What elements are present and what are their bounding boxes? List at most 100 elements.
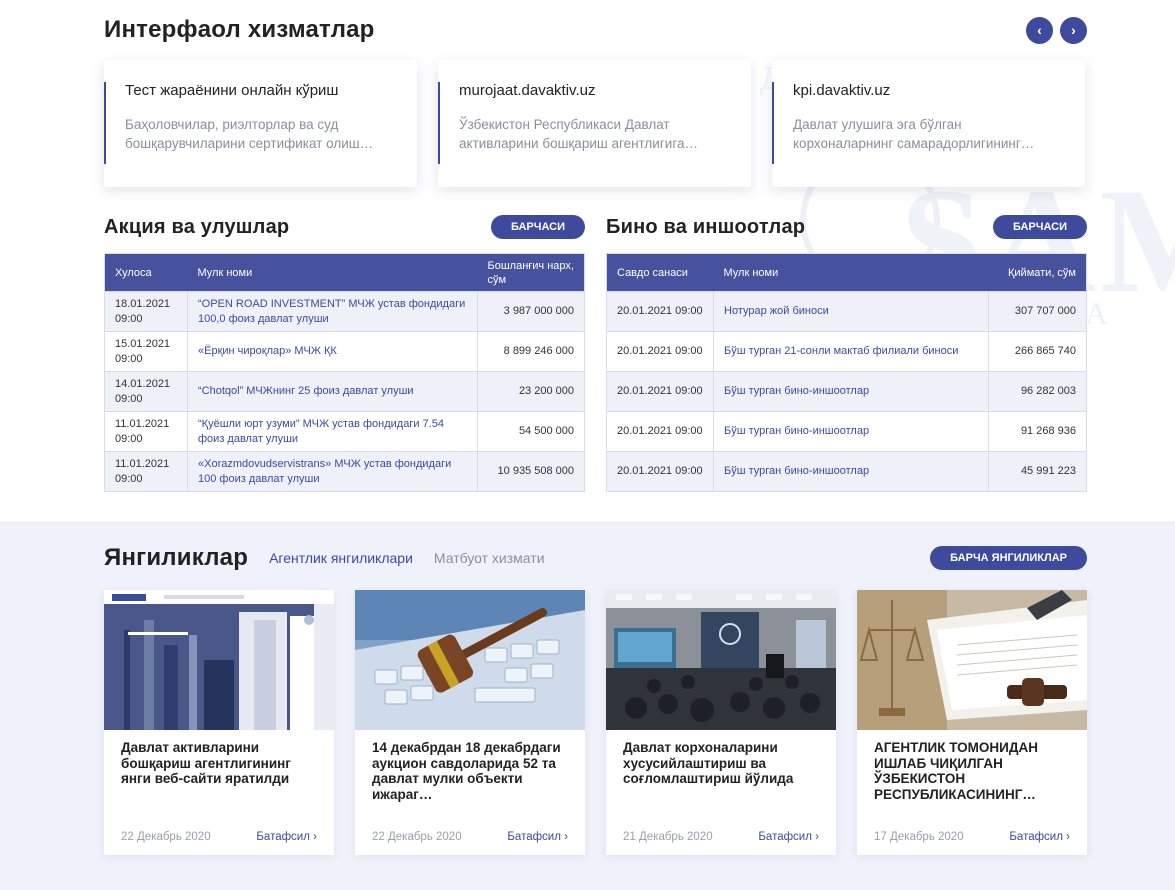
column-header: Хулоса (115, 266, 152, 279)
news-card-title: Давлат корхоналарини хусусийлаштириш ва … (623, 740, 794, 786)
buildings-title: Бино ва иншоотлар (606, 215, 806, 238)
service-card-description: Ўзбекистон Республикаси Давлат активлари… (459, 117, 698, 151)
news-image[interactable] (104, 590, 334, 730)
tab-press-service[interactable]: Матбуот хизмати (434, 550, 545, 566)
row-price: 45 991 223 (988, 451, 1087, 492)
row-price: 91 268 936 (988, 411, 1087, 452)
news-card-date: 22 Декабрь 2020 (372, 831, 462, 843)
news-card-title: АГЕНТЛИК ТОМОНИДАН ИШЛАБ ЧИҚИЛГАН ЎЗБЕКИ… (874, 740, 1038, 802)
row-name-link[interactable]: «Xorazmdovudservistrans» МЧЖ устав фонди… (187, 451, 478, 492)
service-card-description: Давлат улушига эга бўлган корхоналарнинг… (793, 117, 1035, 151)
row-price: 307 707 000 (988, 291, 1087, 332)
news-image[interactable] (606, 590, 836, 730)
chevron-right-icon: › (1071, 22, 1076, 38)
documents-gavel-image (857, 590, 1087, 730)
row-name-link[interactable]: “Chotqol” МЧЖнинг 25 фоиз давлат улуши (187, 371, 478, 412)
column-header: Мулк номи (197, 266, 253, 279)
row-price: 266 865 740 (988, 331, 1087, 372)
news-card[interactable]: 14 декабрдан 18 декабрдаги аукцион савдо… (355, 590, 585, 855)
news-read-more-link[interactable]: Батафсил › (758, 831, 819, 843)
shares-title: Акция ва улушлар (104, 215, 290, 238)
row-price: 54 500 000 (477, 411, 585, 452)
carousel-controls: ‹ › (1026, 16, 1087, 44)
gavel-keyboard-image (355, 590, 585, 730)
row-price: 23 200 000 (477, 371, 585, 412)
news-read-more-link[interactable]: Батафсил › (507, 831, 568, 843)
all-news-button[interactable]: Барча янгиликлар (930, 546, 1087, 570)
shares-section: Акция ва улушлар Барчаси Хулоса Мулк ном… (104, 213, 585, 492)
chevron-right-icon: › (1066, 831, 1070, 843)
row-name-link[interactable]: Бўш турган 21-сонли мактаб филиали бинос… (713, 331, 989, 372)
shares-all-button[interactable]: Барчаси (490, 215, 585, 239)
table-row[interactable]: 18.01.2021 09:00 “OPEN ROAD INVESTMENT” … (104, 291, 585, 332)
row-name-link[interactable]: Бўш турган бино-иншоотлар (713, 411, 989, 452)
row-date: 11.01.2021 09:00 (104, 451, 188, 492)
row-date: 20.01.2021 09:00 (606, 331, 714, 372)
table-row[interactable]: 11.01.2021 09:00 «Xorazmdovudservistrans… (104, 451, 585, 492)
news-title: Янгиликлар (104, 544, 249, 571)
shares-table: Хулоса Мулк номи Бошланғич нарх, сўм 18.… (104, 253, 585, 492)
news-image[interactable] (355, 590, 585, 730)
news-image[interactable] (857, 590, 1087, 730)
tab-agency-news[interactable]: Агентлик янгиликлари (269, 550, 413, 566)
row-date: 20.01.2021 09:00 (606, 291, 714, 332)
column-header: Мулк номи (723, 266, 779, 279)
services-title: Интерфаол хизматлар (104, 16, 375, 43)
table-row[interactable]: 20.01.2021 09:00 Нотурар жой биноси 307 … (606, 291, 1087, 332)
chevron-right-icon: › (815, 831, 819, 843)
news-card-title: 14 декабрдан 18 декабрдаги аукцион савдо… (372, 740, 561, 802)
row-name-link[interactable]: “Қуёшли юрт узуми” МЧЖ устав фондидаги 7… (187, 411, 478, 452)
buildings-all-button[interactable]: Барчаси (992, 215, 1087, 239)
table-row[interactable]: 14.01.2021 09:00 “Chotqol” МЧЖнинг 25 фо… (104, 371, 585, 412)
news-read-more-link[interactable]: Батафсил › (256, 831, 317, 843)
chevron-right-icon: › (564, 831, 568, 843)
news-card[interactable]: Давлат активларини бошқариш агентлигинин… (104, 590, 334, 855)
conference-hall-image (606, 590, 836, 730)
service-card[interactable]: kpi.davaktiv.uz Давлат улушига эга бўлга… (772, 60, 1085, 187)
row-name-link[interactable]: Нотурар жой биноси (713, 291, 989, 332)
service-card[interactable]: murojaat.davaktiv.uz Ўзбекистон Республи… (438, 60, 751, 187)
row-name-link[interactable]: «Ёрқин чироқлар» МЧЖ ҚК (187, 331, 478, 372)
carousel-next-button[interactable]: › (1060, 16, 1087, 44)
buildings-table: Савдо санаси Мулк номи Қиймати, сўм 20.0… (606, 253, 1087, 492)
buildings-section: Бино ва иншоотлар Барчаси Савдо санаси М… (606, 213, 1087, 492)
table-row[interactable]: 20.01.2021 09:00 Бўш турган бино-иншоотл… (606, 371, 1087, 412)
row-date: 14.01.2021 09:00 (104, 371, 188, 412)
chevron-left-icon: ‹ (1037, 22, 1042, 38)
news-card[interactable]: Давлат корхоналарини хусусийлаштириш ва … (606, 590, 836, 855)
news-card-date: 17 Декабрь 2020 (874, 831, 964, 843)
chevron-right-icon: › (313, 831, 317, 843)
row-date: 20.01.2021 09:00 (606, 451, 714, 492)
service-card-title: Тест жараёнини онлайн кўриш (125, 82, 339, 99)
website-screenshot-image (104, 590, 334, 730)
interactive-services-section: Интерфаол хизматлар ‹ › Тест жараёнини о… (104, 14, 1087, 187)
row-name-link[interactable]: “OPEN ROAD INVESTMENT” МЧЖ устав фондида… (187, 291, 478, 332)
service-card-title: kpi.davaktiv.uz (793, 82, 891, 99)
table-row[interactable]: 20.01.2021 09:00 Бўш турган 21-сонли мак… (606, 331, 1087, 372)
row-price: 10 935 508 000 (477, 451, 585, 492)
table-row[interactable]: 20.01.2021 09:00 Бўш турган бино-иншоотл… (606, 411, 1087, 452)
table-row[interactable]: 15.01.2021 09:00 «Ёрқин чироқлар» МЧЖ ҚК… (104, 331, 585, 372)
column-header: Қиймати, сўм (1008, 266, 1076, 279)
news-section: Янгиликлар Агентлик янгиликлари Матбуот … (104, 543, 1087, 855)
row-date: 20.01.2021 09:00 (606, 411, 714, 452)
column-header: Савдо санаси (617, 266, 688, 279)
service-card-title: murojaat.davaktiv.uz (459, 82, 596, 99)
service-card[interactable]: Тест жараёнини онлайн кўриш Баҳоловчилар… (104, 60, 417, 187)
row-date: 18.01.2021 09:00 (104, 291, 188, 332)
table-row[interactable]: 11.01.2021 09:00 “Қуёшли юрт узуми” МЧЖ … (104, 411, 585, 452)
news-read-more-link[interactable]: Батафсил › (1009, 831, 1070, 843)
carousel-prev-button[interactable]: ‹ (1026, 16, 1053, 44)
row-name-link[interactable]: Бўш турган бино-иншоотлар (713, 371, 989, 412)
row-name-link[interactable]: Бўш турган бино-иншоотлар (713, 451, 989, 492)
table-row[interactable]: 20.01.2021 09:00 Бўш турган бино-иншоотл… (606, 451, 1087, 492)
row-price: 96 282 003 (988, 371, 1087, 412)
row-price: 3 987 000 000 (477, 291, 585, 332)
news-card-date: 22 Декабрь 2020 (121, 831, 211, 843)
news-card[interactable]: АГЕНТЛИК ТОМОНИДАН ИШЛАБ ЧИҚИЛГАН ЎЗБЕКИ… (857, 590, 1087, 855)
service-card-description: Баҳоловчилар, риэлторлар ва суд бошқарув… (125, 117, 374, 151)
news-card-date: 21 Декабрь 2020 (623, 831, 713, 843)
row-date: 11.01.2021 09:00 (104, 411, 188, 452)
row-price: 8 899 246 000 (477, 331, 585, 372)
row-date: 20.01.2021 09:00 (606, 371, 714, 412)
